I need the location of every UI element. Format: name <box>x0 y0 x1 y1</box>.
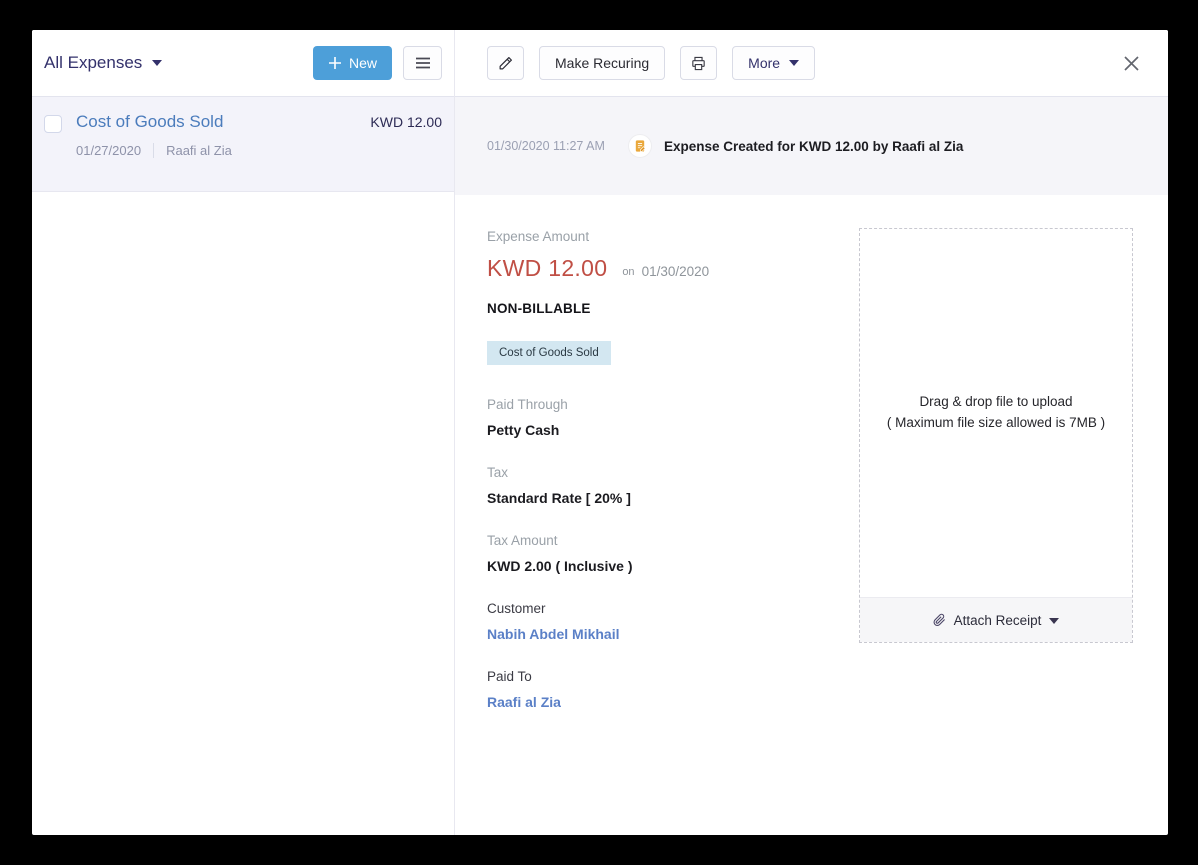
chevron-down-icon <box>1049 618 1060 624</box>
category-tag: Cost of Goods Sold <box>487 341 611 365</box>
history-event-text: Expense Created for KWD 12.00 by Raafi a… <box>664 138 964 154</box>
row-content: Cost of Goods Sold KWD 12.00 01/27/2020 … <box>76 112 442 191</box>
history-strip: 01/30/2020 11:27 AM Expense Created for … <box>455 97 1168 195</box>
expense-list-panel: All Expenses New Cost of Goods Sold KWD … <box>32 30 455 835</box>
expense-amount: KWD 12.00 <box>370 114 442 130</box>
receipt-upload-box: Drag & drop file to upload ( Maximum fil… <box>859 228 1133 643</box>
paperclip-icon <box>933 613 945 626</box>
on-label: on <box>622 266 635 278</box>
print-button[interactable] <box>680 46 718 80</box>
attach-receipt-button[interactable]: Attach Receipt <box>860 597 1132 642</box>
edit-button[interactable] <box>487 46 524 80</box>
row-checkbox[interactable] <box>44 115 62 133</box>
expense-list-item[interactable]: Cost of Goods Sold KWD 12.00 01/27/2020 … <box>32 97 454 192</box>
note-created-icon <box>635 140 646 152</box>
history-icon-circle <box>628 134 652 158</box>
paid-to-link[interactable]: Raafi al Zia <box>487 694 1168 710</box>
drag-drop-text: Drag & drop file to upload <box>919 394 1073 410</box>
expense-filter-dropdown[interactable]: All Expenses <box>44 53 163 73</box>
page-title: All Expenses <box>44 53 143 72</box>
close-detail-button[interactable] <box>1121 53 1141 73</box>
close-icon <box>1123 55 1139 71</box>
pencil-icon <box>499 57 512 70</box>
expense-amount-value: KWD 12.00 <box>487 255 608 281</box>
paid-to-label: Paid To <box>487 669 532 684</box>
expense-date-value: 01/30/2020 <box>641 264 710 279</box>
list-actions: New <box>312 46 442 80</box>
plus-icon <box>328 57 341 69</box>
expense-title-link[interactable]: Cost of Goods Sold <box>76 112 223 132</box>
expense-contact: Raafi al Zia <box>166 143 232 158</box>
detail-body: Expense Amount KWD 12.00 on 01/30/2020 N… <box>455 195 1168 835</box>
attach-receipt-label: Attach Receipt <box>953 612 1042 628</box>
list-toolbar: All Expenses New <box>32 30 454 97</box>
list-menu-button[interactable] <box>403 46 442 80</box>
hamburger-icon <box>415 57 430 69</box>
more-button[interactable]: More <box>732 46 816 80</box>
expenses-window: All Expenses New Cost of Goods Sold KWD … <box>32 30 1168 835</box>
chevron-down-icon <box>152 60 163 66</box>
expense-date: 01/27/2020 <box>76 143 142 158</box>
detail-toolbar: Make Recuring More <box>455 30 1168 97</box>
make-recurring-label: Make Recuring <box>555 55 650 71</box>
drag-drop-zone[interactable]: Drag & drop file to upload ( Maximum fil… <box>860 229 1132 597</box>
new-expense-button[interactable]: New <box>312 46 392 80</box>
paid-to-field: Paid To Raafi al Zia <box>487 669 1168 710</box>
chevron-down-icon <box>789 60 800 66</box>
history-timestamp: 01/30/2020 11:27 AM <box>487 139 605 153</box>
max-size-text: ( Maximum file size allowed is 7MB ) <box>886 415 1106 430</box>
printer-icon <box>692 56 705 70</box>
new-button-label: New <box>348 55 377 71</box>
expense-detail-panel: Make Recuring More 01/30/2020 11:27 AM E… <box>455 30 1168 835</box>
divider <box>153 143 155 158</box>
more-button-label: More <box>748 55 781 71</box>
make-recurring-button[interactable]: Make Recuring <box>539 46 666 80</box>
